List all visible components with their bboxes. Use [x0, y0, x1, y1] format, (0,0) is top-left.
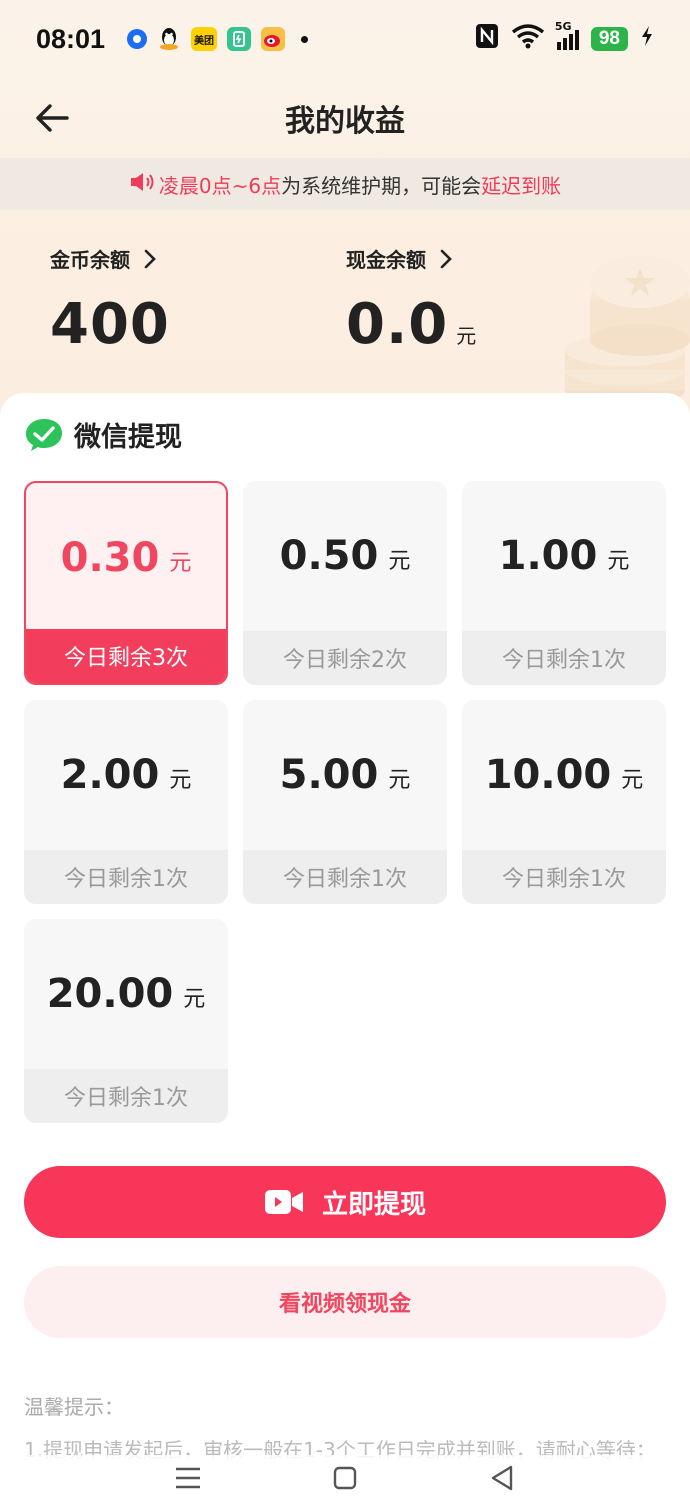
speaker-icon: [129, 171, 155, 198]
notice-text: 为系统维护期，可能会: [281, 173, 482, 198]
amount-unit: 元: [169, 768, 192, 793]
amount-number: 0.50: [279, 533, 379, 579]
remaining-count: 今日剩余1次: [24, 850, 228, 904]
remaining-count: 今日剩余1次: [462, 850, 666, 904]
remaining-count: 今日剩余2次: [243, 631, 447, 685]
amount-value: 2.00 元: [24, 700, 228, 850]
amount-option-10.00[interactable]: 10.00 元 今日剩余1次: [462, 700, 666, 904]
page-header: 我的收益: [0, 78, 690, 158]
battery-level: 98: [590, 27, 628, 51]
watch-video-button[interactable]: 看视频领现金: [24, 1266, 666, 1338]
back-nav-button[interactable]: [482, 1458, 522, 1498]
charging-icon: [640, 24, 654, 54]
cash-balance-value: 0.0: [346, 292, 449, 357]
amount-option-0.30[interactable]: 0.30 元 今日剩余3次: [24, 481, 228, 685]
status-bar: 08:01 美团 5G 98: [0, 0, 690, 78]
chevron-right-icon: [144, 249, 156, 268]
weibo-icon: [261, 27, 286, 51]
wifi-icon: [511, 23, 545, 56]
back-button[interactable]: [30, 96, 74, 140]
amount-option-2.00[interactable]: 2.00 元 今日剩余1次: [24, 700, 228, 904]
amount-value: 10.00 元: [462, 700, 666, 850]
amount-unit: 元: [607, 549, 630, 574]
withdraw-now-button[interactable]: 立即提现: [24, 1166, 666, 1238]
withdraw-now-label: 立即提现: [321, 1189, 426, 1220]
amount-option-1.00[interactable]: 1.00 元 今日剩余1次: [462, 481, 666, 685]
more-notifications-dot: [301, 35, 309, 43]
watch-video-label: 看视频领现金: [278, 1292, 411, 1317]
cash-balance: 0.0 元: [346, 292, 477, 357]
amount-number: 5.00: [279, 752, 379, 798]
menu-icon: [176, 1467, 201, 1488]
amount-unit: 元: [183, 987, 206, 1012]
square-icon: [333, 1466, 357, 1489]
amount-value: 5.00 元: [243, 700, 447, 850]
blue-circle-icon: [127, 29, 148, 49]
nfc-icon: [475, 23, 499, 56]
notice-delay: 延迟到账: [481, 173, 562, 198]
amount-unit: 元: [388, 768, 411, 793]
remaining-count: 今日剩余1次: [24, 1069, 228, 1123]
meituan-icon: 美团: [191, 27, 218, 51]
chevron-right-icon: [440, 249, 452, 268]
page-title: 我的收益: [285, 104, 405, 139]
video-camera-icon: [264, 1190, 303, 1214]
amount-unit: 元: [169, 551, 192, 576]
home-button[interactable]: [325, 1458, 365, 1498]
amount-option-0.50[interactable]: 0.50 元 今日剩余2次: [243, 481, 447, 685]
amount-option-20.00[interactable]: 20.00 元 今日剩余1次: [24, 919, 228, 1123]
signal-icon: 5G: [555, 20, 579, 50]
remaining-count: 今日剩余1次: [243, 850, 447, 904]
amount-value: 0.30 元: [26, 483, 226, 633]
coin-balance-value: 400: [50, 292, 170, 357]
balances-section: 金币余额 400 现金余额 0.0 元: [0, 210, 690, 406]
amount-value: 20.00 元: [24, 919, 228, 1069]
qq-icon: [157, 27, 181, 51]
status-time: 08:01: [36, 23, 106, 54]
section-title: 微信提现: [74, 422, 182, 453]
wechat-withdraw-header: 微信提现: [24, 415, 182, 454]
remaining-count: 今日剩余3次: [26, 629, 226, 683]
tips-title: 温馨提示：: [24, 1395, 124, 1419]
menu-button[interactable]: [168, 1458, 208, 1498]
amount-number: 0.30: [60, 535, 160, 581]
system-nav-bar: [0, 1455, 690, 1500]
cash-balance-unit: 元: [456, 324, 478, 348]
status-right: 5G 98: [475, 20, 654, 56]
network-type-label: 5G: [554, 20, 572, 33]
amount-unit: 元: [388, 549, 411, 574]
remaining-count: 今日剩余1次: [462, 631, 666, 685]
amount-unit: 元: [621, 768, 644, 793]
green-app-icon: [227, 27, 252, 51]
notice-time: 凌晨0点~6点: [158, 173, 282, 198]
coin-balance-link[interactable]: 金币余额: [50, 244, 156, 273]
notification-icons: 美团: [127, 27, 309, 51]
cash-balance-link[interactable]: 现金余额: [346, 244, 452, 273]
arrow-left-icon: [36, 104, 69, 132]
maintenance-notice: 凌晨0点~6点 为系统维护期，可能会 延迟到账: [0, 158, 690, 210]
amount-number: 20.00: [46, 971, 174, 1017]
coin-balance-label: 金币余额: [50, 248, 130, 272]
amount-value: 1.00 元: [462, 481, 666, 631]
amount-number: 2.00: [60, 752, 160, 798]
withdraw-card: 微信提现 0.30 元 今日剩余3次 0.50 元 今日剩余2次 1.00 元 今日剩…: [0, 393, 690, 1500]
cash-balance-label: 现金余额: [346, 248, 426, 272]
coin-stack-icon: [565, 256, 690, 406]
amount-number: 10.00: [484, 752, 612, 798]
wechat-check-icon: [26, 418, 62, 451]
amount-number: 1.00: [498, 533, 598, 579]
amount-option-5.00[interactable]: 5.00 元 今日剩余1次: [243, 700, 447, 904]
amount-value: 0.50 元: [243, 481, 447, 631]
triangle-back-icon: [491, 1465, 512, 1490]
